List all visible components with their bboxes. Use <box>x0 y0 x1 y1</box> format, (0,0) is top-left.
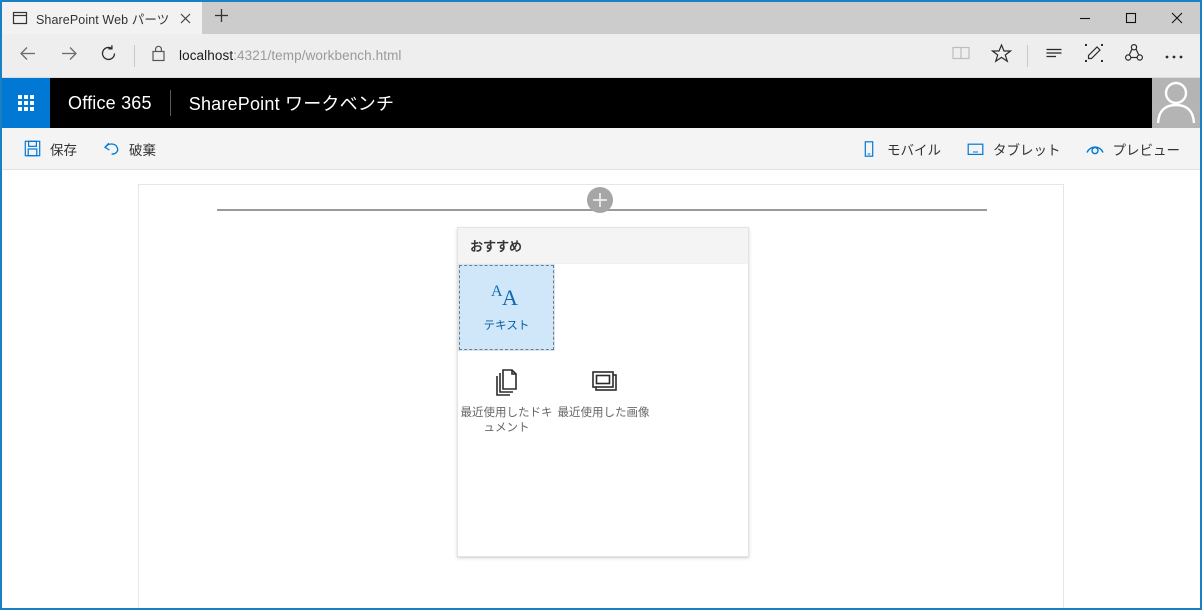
back-button[interactable] <box>8 38 48 74</box>
browser-tab[interactable]: SharePoint Web パーツ <box>2 2 202 34</box>
mobile-view-button[interactable]: モバイル <box>847 128 953 170</box>
office365-suite-bar: Office 365 SharePoint ワークベンチ <box>2 78 1200 128</box>
page-canvas: おすすめ A A テキスト 最近使用したドキュメント 最近使用した画像 <box>138 184 1064 608</box>
save-button[interactable]: 保存 <box>10 128 89 170</box>
images-stack-icon <box>584 364 624 400</box>
workbench-command-bar: 保存 破棄 モバイル タブレット プレビュー <box>2 128 1200 170</box>
hub-icon <box>1044 43 1064 68</box>
plus-icon <box>214 8 229 28</box>
mobile-label: モバイル <box>887 142 941 158</box>
tab-close-icon[interactable] <box>176 9 194 27</box>
maximize-button[interactable] <box>1108 2 1154 34</box>
browser-toolbar <box>941 38 1194 74</box>
nav-divider <box>134 44 135 67</box>
mobile-icon <box>859 139 879 159</box>
more-icon <box>1164 47 1184 65</box>
suite-divider <box>169 90 171 116</box>
browser-window: SharePoint Web パーツ localhost:4321/temp/… <box>0 0 1202 610</box>
favorites-button[interactable] <box>981 38 1021 74</box>
preview-label: プレビュー <box>1112 142 1181 158</box>
url-host: localhost <box>179 48 234 63</box>
webpart-tile-text[interactable]: A A テキスト <box>458 264 555 351</box>
preview-eye-icon <box>1085 139 1105 159</box>
tablet-icon <box>965 139 985 159</box>
reading-view-button[interactable] <box>941 38 981 74</box>
forward-button[interactable] <box>48 38 88 74</box>
workbench-workspace: おすすめ A A テキスト 最近使用したドキュメント 最近使用した画像 <box>2 170 1200 608</box>
tab-strip: SharePoint Web パーツ <box>2 2 1200 34</box>
close-window-button[interactable] <box>1154 2 1200 34</box>
webpart-tile-label: 最近使用したドキュメント <box>460 407 553 434</box>
user-avatar-icon <box>1152 79 1200 128</box>
documents-stack-icon <box>487 364 527 400</box>
hub-button[interactable] <box>1034 38 1074 74</box>
lock-icon <box>150 44 167 67</box>
undo-icon <box>101 139 121 159</box>
url-path: :4321/temp/workbench.html <box>233 48 402 63</box>
back-arrow-icon <box>18 43 39 69</box>
favorites-star-icon <box>990 42 1012 69</box>
share-icon <box>1124 43 1144 68</box>
app-launcher-button[interactable] <box>2 78 50 128</box>
app-launcher-icon <box>18 95 34 111</box>
refresh-icon <box>99 44 118 68</box>
webpart-tile-label: テキスト <box>483 320 530 332</box>
save-label: 保存 <box>50 142 77 158</box>
discard-label: 破棄 <box>129 142 156 158</box>
save-icon <box>22 139 42 159</box>
page-title: SharePoint ワークベンチ <box>188 94 395 114</box>
share-button[interactable] <box>1114 38 1154 74</box>
add-webpart-icon-vertical <box>599 193 601 207</box>
window-icon <box>12 10 28 26</box>
more-settings-button[interactable] <box>1154 38 1194 74</box>
add-webpart-button[interactable] <box>587 187 613 213</box>
web-note-icon <box>1084 43 1104 68</box>
web-note-button[interactable] <box>1074 38 1114 74</box>
navigation-bar: localhost:4321/temp/workbench.html <box>2 34 1200 78</box>
refresh-button[interactable] <box>88 38 128 74</box>
svg-text:A: A <box>502 285 518 310</box>
preview-button[interactable]: プレビュー <box>1073 128 1193 170</box>
picker-header: おすすめ <box>458 228 748 264</box>
webpart-tile-grid: A A テキスト 最近使用したドキュメント 最近使用した画像 <box>458 264 748 438</box>
new-tab-button[interactable] <box>202 2 240 34</box>
avatar[interactable] <box>1152 78 1200 128</box>
text-aa-icon: A A <box>487 277 527 313</box>
address-input[interactable]: localhost:4321/temp/workbench.html <box>175 38 941 74</box>
window-controls <box>1062 2 1200 34</box>
tab-title: SharePoint Web パーツ <box>36 12 168 27</box>
webpart-picker-panel: おすすめ A A テキスト 最近使用したドキュメント 最近使用した画像 <box>457 227 749 557</box>
tablet-label: タブレット <box>993 142 1061 158</box>
webpart-tile-recent-images[interactable]: 最近使用した画像 <box>555 351 652 438</box>
office365-brand[interactable]: Office 365 <box>50 93 152 114</box>
empty-icon <box>584 277 624 313</box>
webpart-tile-label: 最近使用した画像 <box>557 407 650 419</box>
webpart-tile-empty <box>555 264 652 351</box>
reading-view-icon <box>951 43 971 68</box>
minimize-button[interactable] <box>1062 2 1108 34</box>
discard-button[interactable]: 破棄 <box>89 128 168 170</box>
site-security-indicator[interactable] <box>141 38 175 74</box>
webpart-tile-recent-documents[interactable]: 最近使用したドキュメント <box>458 351 555 438</box>
tablet-view-button[interactable]: タブレット <box>953 128 1073 170</box>
forward-arrow-icon <box>58 43 79 69</box>
toolbar-divider <box>1027 44 1028 67</box>
